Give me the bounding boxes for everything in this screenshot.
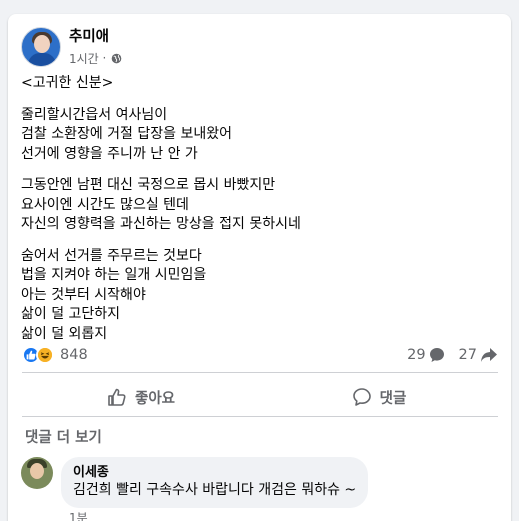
like-label: 좋아요 — [134, 390, 176, 407]
post-time-row: 1시간 · — [69, 50, 122, 67]
post-paragraph: <고귀한 신분> — [21, 74, 491, 94]
post-actions: 좋아요 댓글 — [22, 380, 498, 414]
comment-count-value: 29 — [407, 347, 426, 363]
post-card: 추미애 1시간 · <고귀한 신분> 줄리할시간읍서 여사님이검찰 소환장에 거절… — [8, 14, 511, 521]
share-count[interactable]: 27 — [459, 347, 498, 363]
post-body: <고귀한 신분> 줄리할시간읍서 여사님이검찰 소환장에 거절 답장을 보내왔어선… — [21, 74, 491, 356]
commenter-name[interactable]: 이세종 — [73, 464, 356, 481]
commenter-avatar[interactable] — [21, 457, 53, 489]
post-line: <고귀한 신분> — [21, 75, 114, 91]
post-line: 요사이엔 시간도 많으실 텐데 — [21, 196, 189, 213]
post-line: 그동안엔 남편 대신 국정으로 몹시 바빴지만 — [21, 177, 276, 193]
share-count-value: 27 — [458, 347, 477, 363]
separator-dot: · — [98, 51, 107, 65]
post-line: 검찰 소환장에 거절 답장을 보내왔어 — [21, 126, 232, 142]
reaction-count[interactable]: 848 — [60, 347, 88, 363]
post-line: 삶이 덜 고단하지 — [21, 306, 121, 322]
stats-divider — [22, 372, 498, 373]
post-line: 선거에 영향을 주니까 난 안 가 — [21, 145, 198, 162]
comment-item: 이세종 김건희 빨리 구속수사 바랍니다 개검은 뭐하슈 ~ — [21, 457, 369, 508]
comment-icon — [352, 388, 371, 406]
share-arrow-icon — [481, 348, 497, 362]
comment-count[interactable]: 29 — [407, 347, 444, 363]
post-line: 법을 지켜야 하는 일개 시민임을 — [21, 267, 207, 283]
comment-label: 댓글 — [379, 390, 407, 407]
post-line: 아는 것부터 시작해야 — [21, 286, 146, 303]
post-header: 추미애 1시간 · — [21, 27, 122, 67]
post-line: 숨어서 선거를 주무르는 것보다 — [21, 247, 202, 264]
post-paragraph: 줄리할시간읍서 여사님이검찰 소환장에 거절 답장을 보내왔어선거에 영향을 주… — [21, 106, 491, 165]
comment-button[interactable]: 댓글 — [260, 380, 498, 414]
post-paragraph: 숨어서 선거를 주무르는 것보다법을 지켜야 하는 일개 시민임을아는 것부터 … — [21, 247, 491, 345]
haha-reaction-icon[interactable] — [36, 346, 54, 364]
post-line: 삶이 덜 외롭지 — [21, 325, 108, 342]
thumbs-up-icon — [108, 388, 126, 406]
actions-divider — [22, 416, 498, 417]
like-button[interactable]: 좋아요 — [22, 380, 260, 414]
globe-icon[interactable] — [111, 53, 122, 64]
author-name[interactable]: 추미애 — [69, 28, 122, 46]
author-avatar[interactable] — [21, 27, 61, 67]
comment-text: 김건희 빨리 구속수사 바랍니다 개검은 뭐하슈 ~ — [73, 482, 357, 498]
post-stats: 848 29 27 — [22, 344, 498, 366]
view-more-comments-link[interactable]: 댓글 더 보기 — [25, 426, 102, 447]
post-timestamp[interactable]: 1시간 — [69, 50, 99, 67]
post-paragraph: 그동안엔 남편 대신 국정으로 몹시 바빴지만요사이엔 시간도 많으실 텐데자신… — [21, 176, 491, 235]
comment-bubble: 이세종 김건희 빨리 구속수사 바랍니다 개검은 뭐하슈 ~ — [61, 457, 369, 508]
comment-timestamp[interactable]: 1분 — [69, 509, 88, 521]
comment-bubble-icon — [429, 348, 444, 362]
post-meta: 추미애 1시간 · — [69, 28, 122, 67]
stats-right: 29 27 — [393, 347, 498, 363]
post-line: 자신의 영향력을 과신하는 망상을 접지 못하시네 — [21, 216, 301, 232]
post-line: 줄리할시간읍서 여사님이 — [21, 106, 168, 123]
